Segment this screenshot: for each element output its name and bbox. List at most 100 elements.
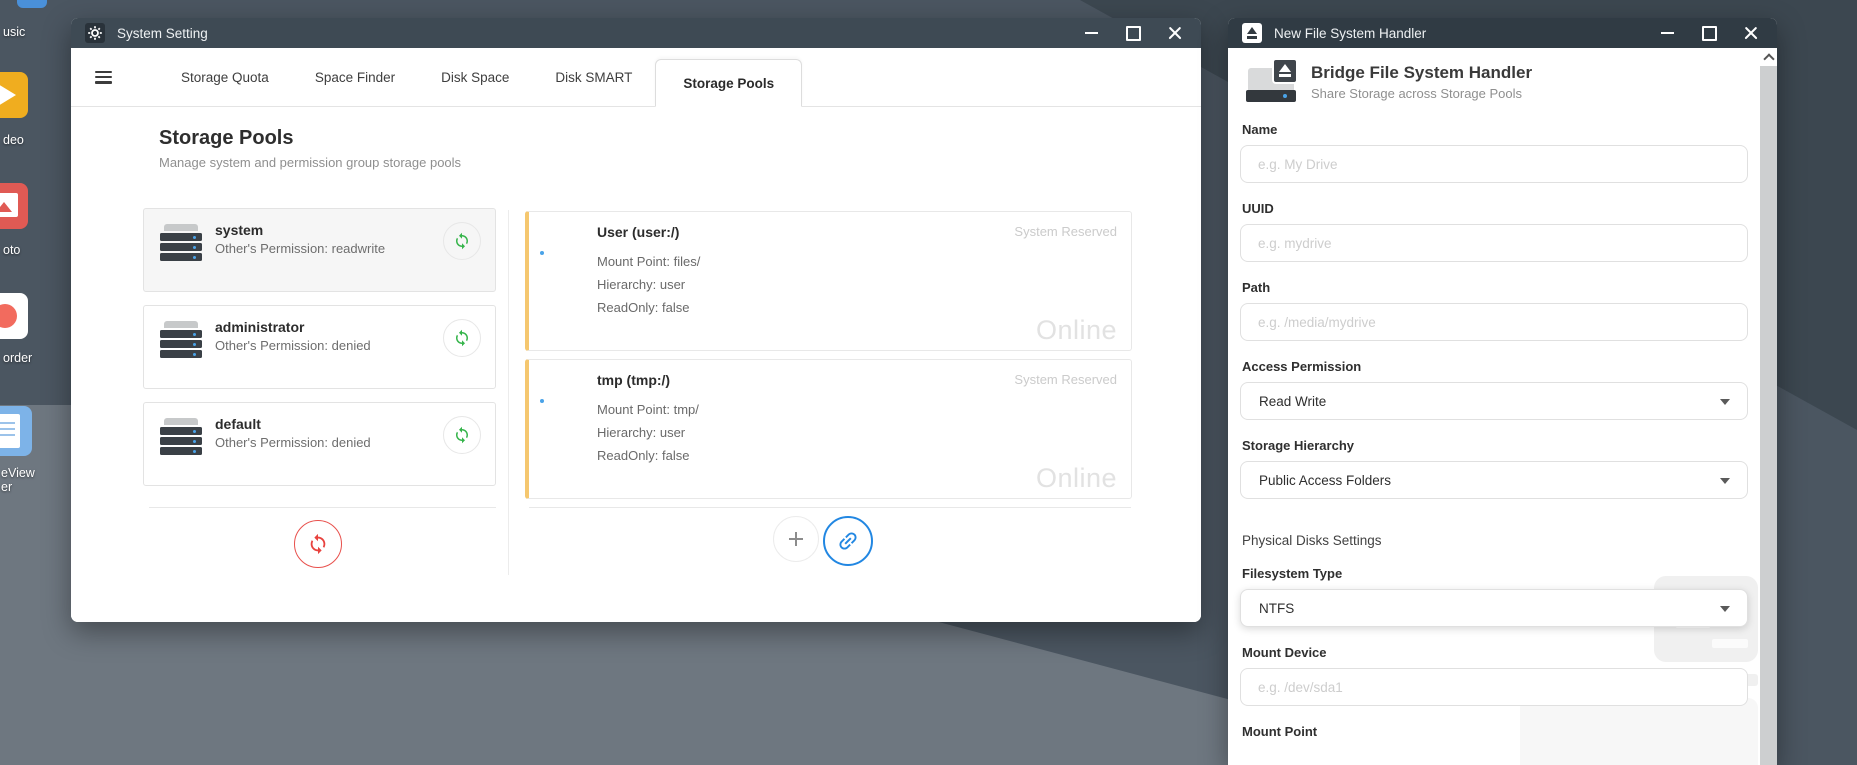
- pool-permission: Other's Permission: readwrite: [215, 241, 443, 256]
- pool-item-default[interactable]: default Other's Permission: denied: [143, 402, 496, 486]
- storage-hierarchy-value: Public Access Folders: [1259, 473, 1391, 488]
- link-mount-button[interactable]: [823, 516, 873, 566]
- mount-device-label: Mount Device: [1242, 645, 1746, 660]
- scrollbar[interactable]: [1760, 48, 1777, 765]
- bridge-drive-icon: [1246, 62, 1296, 102]
- access-permission-value: Read Write: [1259, 394, 1326, 409]
- record-dot-icon: [0, 304, 17, 328]
- mount-list-divider: [529, 507, 1131, 508]
- online-status-watermark: Online: [1036, 315, 1117, 346]
- tab-space-finder[interactable]: Space Finder: [292, 70, 418, 85]
- nas-icon: [160, 321, 202, 359]
- system-reserved-badge: System Reserved: [1014, 372, 1117, 387]
- uuid-input[interactable]: [1240, 224, 1748, 262]
- mount-device-input[interactable]: [1240, 668, 1748, 706]
- photo-icon-label: oto: [3, 243, 20, 257]
- close-button[interactable]: [1735, 20, 1767, 46]
- readonly-line: ReadOnly: false: [597, 296, 700, 319]
- photo-app-icon[interactable]: [0, 183, 28, 229]
- music-icon-label: usic: [3, 25, 25, 39]
- pool-sync-button[interactable]: [443, 319, 481, 357]
- plus-icon: [784, 527, 808, 551]
- settings-tab-bar: Storage Quota Space Finder Disk Space Di…: [71, 48, 1201, 107]
- gear-icon: [85, 23, 105, 43]
- storage-pools-panel: Storage Pools Manage system and permissi…: [71, 107, 1201, 622]
- maximize-button[interactable]: [1693, 20, 1725, 46]
- mount-card-tmp[interactable]: tmp (tmp:/) System Reserved Mount Point:…: [525, 359, 1132, 499]
- pool-name: system: [215, 222, 443, 238]
- pool-list: system Other's Permission: readwrite: [143, 208, 496, 499]
- handler-heading: Bridge File System Handler: [1311, 63, 1532, 83]
- system-setting-window: System Setting Storage Quota Space Finde…: [71, 18, 1201, 622]
- link-icon: [831, 524, 865, 558]
- name-label: Name: [1242, 122, 1746, 137]
- minimize-button[interactable]: [1651, 20, 1683, 46]
- tab-storage-pools[interactable]: Storage Pools: [655, 59, 802, 107]
- path-label: Path: [1242, 280, 1746, 295]
- mountain-icon: [0, 202, 12, 212]
- access-permission-select[interactable]: Read Write: [1240, 382, 1748, 420]
- pool-item-administrator[interactable]: administrator Other's Permission: denied: [143, 305, 496, 389]
- tab-disk-space[interactable]: Disk Space: [418, 70, 532, 85]
- add-mount-button[interactable]: [773, 516, 819, 562]
- mount-point-label: Mount Point: [1242, 724, 1746, 739]
- physical-disks-settings-section: Physical Disks Settings: [1242, 533, 1746, 548]
- pool-permission: Other's Permission: denied: [215, 338, 443, 353]
- pool-name: default: [215, 416, 443, 432]
- mount-point-line: Mount Point: tmp/: [597, 398, 699, 421]
- fileviewer-icon-label: eView er: [1, 466, 47, 494]
- minimize-button[interactable]: [1075, 20, 1107, 46]
- tab-storage-quota[interactable]: Storage Quota: [158, 70, 292, 85]
- storage-hierarchy-select[interactable]: Public Access Folders: [1240, 461, 1748, 499]
- hierarchy-line: Hierarchy: user: [597, 273, 700, 296]
- nas-icon: [160, 224, 202, 262]
- fileviewer-app-icon[interactable]: [0, 406, 32, 456]
- sync-icon: [453, 329, 471, 347]
- mount-title: User (user:/): [597, 224, 679, 240]
- readonly-line: ReadOnly: false: [597, 444, 699, 467]
- online-status-watermark: Online: [1036, 463, 1117, 494]
- handler-subheading: Share Storage across Storage Pools: [1311, 86, 1532, 101]
- eject-drive-icon: [1242, 23, 1262, 43]
- recorder-app-icon[interactable]: [0, 293, 28, 339]
- scroll-up-button[interactable]: [1760, 48, 1777, 66]
- storage-hierarchy-label: Storage Hierarchy: [1242, 438, 1746, 453]
- pool-sync-button[interactable]: [443, 222, 481, 260]
- mount-point-line: Mount Point: files/: [597, 250, 700, 273]
- page-title: Storage Pools: [159, 127, 461, 150]
- play-icon: [0, 84, 16, 106]
- filesystem-type-select[interactable]: NTFS: [1240, 589, 1748, 627]
- name-input[interactable]: [1240, 145, 1748, 183]
- access-permission-label: Access Permission: [1242, 359, 1746, 374]
- sync-icon: [453, 232, 471, 250]
- nas-icon: [160, 418, 202, 456]
- path-input[interactable]: [1240, 303, 1748, 341]
- system-setting-titlebar[interactable]: System Setting: [71, 18, 1201, 48]
- pool-sync-button[interactable]: [443, 416, 481, 454]
- pool-list-divider: [149, 507, 496, 508]
- filesystem-type-value: NTFS: [1259, 601, 1294, 616]
- close-button[interactable]: [1159, 20, 1191, 46]
- scrollbar-thumb[interactable]: [1760, 66, 1777, 765]
- window-title: New File System Handler: [1274, 26, 1651, 41]
- tab-disk-smart[interactable]: Disk SMART: [532, 70, 655, 85]
- pool-permission: Other's Permission: denied: [215, 435, 443, 450]
- column-divider: [508, 210, 509, 575]
- music-app-icon[interactable]: [17, 0, 47, 8]
- chevron-down-icon: [1720, 606, 1730, 612]
- maximize-button[interactable]: [1117, 20, 1149, 46]
- pool-name: administrator: [215, 319, 443, 335]
- sync-icon: [453, 426, 471, 444]
- handler-titlebar[interactable]: New File System Handler: [1228, 18, 1777, 48]
- hamburger-menu-icon[interactable]: [95, 71, 112, 84]
- window-title: System Setting: [117, 26, 1075, 41]
- refresh-pools-button[interactable]: [294, 520, 342, 568]
- pool-item-system[interactable]: system Other's Permission: readwrite: [143, 208, 496, 292]
- uuid-label: UUID: [1242, 201, 1746, 216]
- handler-form: Bridge File System Handler Share Storage…: [1228, 48, 1760, 765]
- chevron-down-icon: [1720, 399, 1730, 405]
- mount-card-user[interactable]: User (user:/) System Reserved Mount Poin…: [525, 211, 1132, 351]
- mount-title: tmp (tmp:/): [597, 372, 670, 388]
- video-app-icon[interactable]: [0, 72, 28, 118]
- desktop: usic deo oto order eView er System Setti…: [0, 0, 1857, 765]
